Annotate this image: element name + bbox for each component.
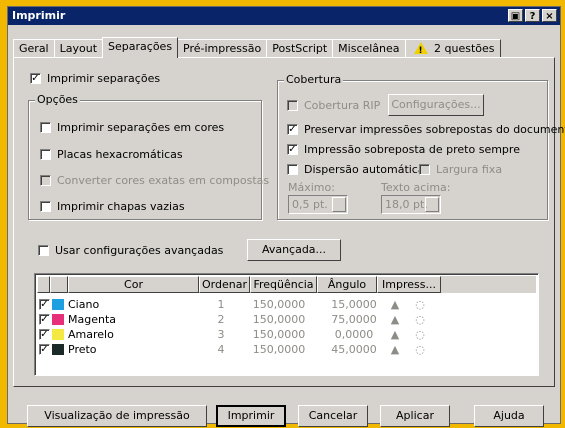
checkmark-icon: ✓ [287, 144, 298, 155]
header-frequencia[interactable]: Freqüência [250, 276, 317, 293]
warning-icon [413, 42, 428, 60]
black-overprint-checkbox[interactable]: ✓ Impressão sobreposta de preto sempre [287, 143, 520, 156]
text-above-spinner: 18,0 pt. [381, 195, 441, 214]
plate-status-icon: ◌ [415, 297, 425, 311]
rip-coverage-checkbox: Cobertura RIP [287, 99, 380, 112]
coverage-group: Cobertura Cobertura RIP Configurações...… [277, 73, 565, 220]
coverage-group-title: Cobertura [284, 73, 344, 86]
plate-status-icon: ◌ [415, 327, 425, 341]
tab-miscelanea[interactable]: Miscelânea [332, 39, 406, 57]
header-impress[interactable]: Impress... [377, 276, 441, 293]
color-plates-list[interactable]: Cor Ordenar Freqüência Ângulo Impress...… [34, 273, 539, 376]
print-plate-icon: ▲ [390, 327, 400, 341]
list-header: Cor Ordenar Freqüência Ângulo Impress... [37, 276, 536, 293]
close-window-button[interactable]: × [542, 9, 557, 22]
color-swatch [52, 343, 64, 355]
preserve-overprint-checkbox[interactable]: ✓ Preservar impressões sobrepostas do do… [287, 123, 565, 136]
apply-button[interactable]: Aplicar [380, 405, 450, 427]
print-preview-button[interactable]: Visualização de impressão [27, 405, 207, 427]
tab-pre-impressao[interactable]: Pré-impressão [177, 39, 268, 57]
plate-status-icon: ◌ [415, 342, 425, 356]
checkmark-icon[interactable]: ✓ [39, 343, 50, 355]
tab-geral[interactable]: Geral [13, 39, 55, 57]
header-angulo[interactable]: Ângulo [317, 276, 377, 293]
table-row[interactable]: ✓ Preto 4 150,0000 45,0000 ▲ ◌ [37, 342, 430, 356]
color-swatch [52, 328, 64, 340]
checkmark-icon: ✓ [30, 73, 41, 84]
tab-separacoes[interactable]: Separações [102, 37, 179, 58]
text-above-label: Texto acima: [381, 181, 451, 194]
print-plate-icon: ▲ [390, 342, 400, 356]
option-hexachrome[interactable]: Placas hexacromáticas [40, 148, 183, 161]
cancel-button[interactable]: Cancelar [298, 405, 368, 427]
options-group-title: Opções [35, 93, 80, 106]
print-button[interactable]: Imprimir [216, 405, 286, 427]
plate-status-icon: ◌ [415, 312, 425, 326]
print-dialog: Imprimir ▣ ? × Geral Layout Separações P… [7, 6, 565, 427]
table-row[interactable]: ✓ Ciano 1 150,0000 15,0000 ▲ ◌ [37, 297, 430, 311]
options-group: Opções Imprimir separações em cores Plac… [28, 93, 269, 220]
checkmark-icon: ✓ [287, 124, 298, 135]
extra-window-button[interactable]: ▣ [508, 9, 523, 22]
option-empty-plates[interactable]: Imprimir chapas vazias [40, 200, 185, 213]
auto-spread-checkbox[interactable]: Dispersão automática [287, 163, 425, 176]
print-separations-checkbox[interactable]: ✓ Imprimir separações [30, 72, 160, 85]
tab-postscript[interactable]: PostScript [266, 39, 334, 57]
option-convert-spot: Converter cores exatas em compostas [40, 174, 269, 187]
tab-questoes-label: 2 questões [434, 42, 495, 55]
print-separations-label: Imprimir separações [47, 72, 161, 85]
table-row[interactable]: ✓ Magenta 2 150,0000 75,0000 ▲ ◌ [37, 312, 430, 326]
advanced-settings-checkbox[interactable]: Usar configurações avançadas [38, 244, 223, 257]
window-title: Imprimir [12, 9, 66, 22]
settings-button[interactable]: Configurações... [388, 94, 484, 116]
print-plate-icon: ▲ [390, 297, 400, 311]
color-swatch [52, 298, 64, 310]
max-spinner: 0,5 pt. [288, 195, 348, 214]
max-label: Máximo: [288, 181, 335, 194]
checkmark-icon[interactable]: ✓ [39, 313, 50, 325]
help-window-button[interactable]: ? [525, 9, 540, 22]
title-bar: Imprimir ▣ ? × [8, 7, 560, 25]
color-swatch [52, 313, 64, 325]
table-row[interactable]: ✓ Amarelo 3 150,0000 0,0000 ▲ ◌ [37, 327, 430, 341]
print-plate-icon: ▲ [390, 312, 400, 326]
option-color-separations[interactable]: Imprimir separações em cores [40, 121, 224, 134]
tab-layout[interactable]: Layout [53, 39, 104, 57]
checkmark-icon[interactable]: ✓ [39, 328, 50, 340]
header-cor[interactable]: Cor [68, 276, 199, 293]
advanced-button[interactable]: Avançada... [247, 239, 341, 261]
checkmark-icon[interactable]: ✓ [39, 298, 50, 310]
tab-strip: Geral Layout Separações Pré-impressão Po… [13, 37, 501, 60]
help-button[interactable]: Ajuda [474, 405, 544, 427]
header-ordenar[interactable]: Ordenar [199, 276, 250, 293]
fixed-width-checkbox: Largura fixa [419, 163, 502, 176]
tab-questoes[interactable]: 2 questões [404, 39, 501, 60]
